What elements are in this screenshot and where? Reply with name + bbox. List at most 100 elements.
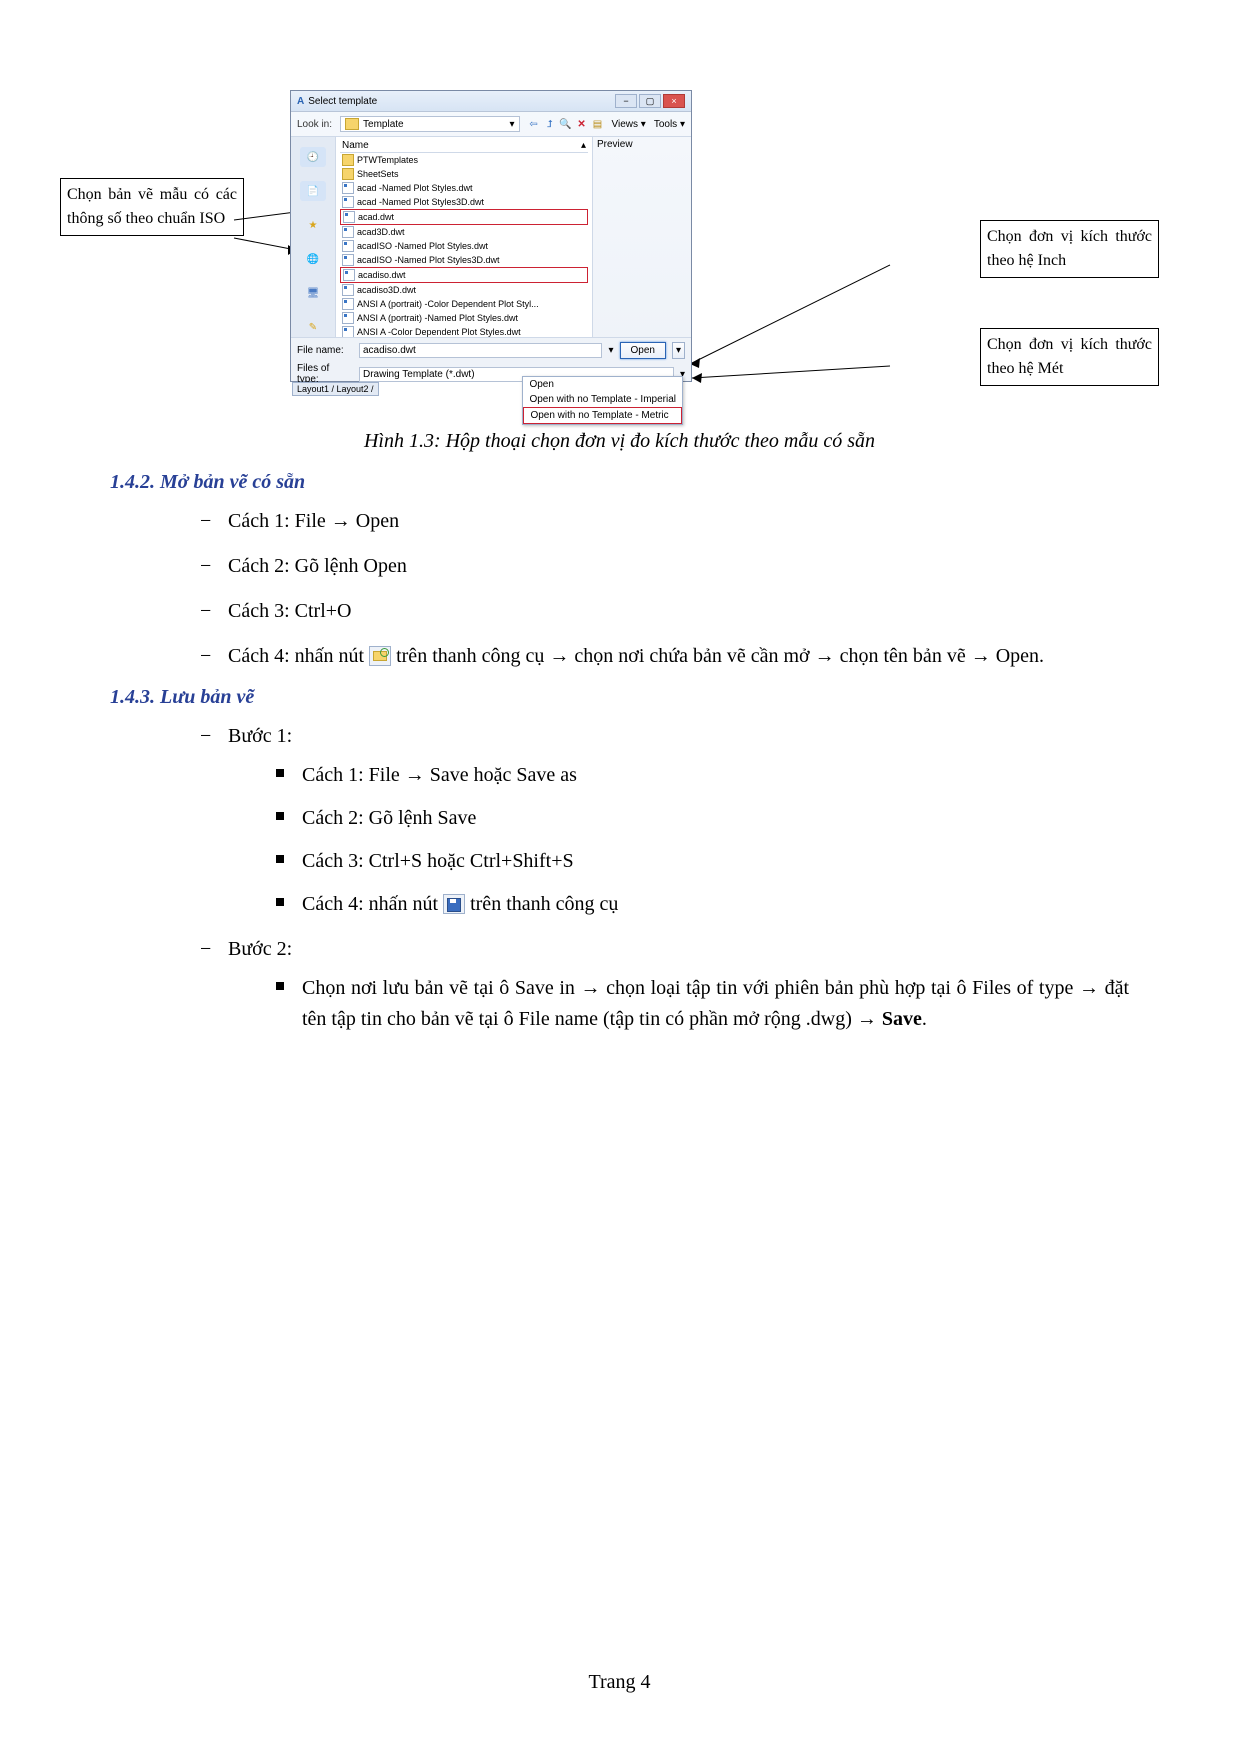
template-file-icon xyxy=(343,211,355,223)
list-item: Cách 4: nhấn nút trên thanh công cụ → ch… xyxy=(200,641,1129,672)
documents-icon[interactable]: 📄 xyxy=(300,181,326,201)
ftp-icon[interactable]: 🌐 xyxy=(300,249,326,269)
file-list-pane: Name▴ PTWTemplatesSheetSetsacad -Named P… xyxy=(336,137,593,337)
file-name: acad -Named Plot Styles3D.dwt xyxy=(357,197,484,207)
minimize-button[interactable]: − xyxy=(615,94,637,108)
template-file-icon xyxy=(342,298,354,310)
file-item[interactable]: SheetSets xyxy=(340,167,588,181)
dialog-titlebar: A Select template − ▢ × xyxy=(291,91,691,112)
file-item[interactable]: ANSI A (portrait) -Color Dependent Plot … xyxy=(340,297,588,311)
template-file-icon xyxy=(342,182,354,194)
arrow-icon: → xyxy=(1079,977,1099,999)
file-item[interactable]: acad -Named Plot Styles3D.dwt xyxy=(340,195,588,209)
template-file-icon xyxy=(343,269,355,281)
folder-icon xyxy=(345,118,359,130)
list-item: Cách 4: nhấn nút trên thanh công cụ xyxy=(276,889,1129,920)
arrow-icon: → xyxy=(857,1008,877,1030)
file-item[interactable]: PTWTemplates xyxy=(340,153,588,167)
list-item: Cách 2: Gõ lệnh Save xyxy=(276,803,1129,834)
file-item[interactable]: acadISO -Named Plot Styles.dwt xyxy=(340,239,588,253)
template-file-icon xyxy=(342,312,354,324)
views-menu[interactable]: Views ▾ xyxy=(612,119,646,130)
list-item: Bước 2: Chọn nơi lưu bản vẽ tại ô Save i… xyxy=(200,934,1129,1035)
up-icon[interactable]: ⮥ xyxy=(544,118,556,130)
autocad-app-icon: A xyxy=(297,96,304,107)
column-name[interactable]: Name xyxy=(342,140,369,151)
favorites-icon[interactable]: ★ xyxy=(300,215,326,235)
list-item: Cách 3: Ctrl+O xyxy=(200,596,1129,627)
search-icon[interactable]: 🔍 xyxy=(560,118,572,130)
file-name: acad.dwt xyxy=(358,212,394,222)
template-file-icon xyxy=(342,240,354,252)
figure-caption: Hình 1.3: Hộp thoại chọn đơn vị đo kích … xyxy=(110,430,1129,453)
arrow-icon: → xyxy=(549,645,569,667)
arrow-icon: → xyxy=(405,764,425,786)
file-name: ANSI A (portrait) -Color Dependent Plot … xyxy=(357,299,539,309)
close-button[interactable]: × xyxy=(663,94,685,108)
buzzsaw-icon[interactable]: ✎ xyxy=(300,317,326,337)
callout-metric: Chọn đơn vị kích thước theo hệ Mét xyxy=(980,328,1159,386)
folder-icon xyxy=(342,168,354,180)
file-item[interactable]: ANSI A -Color Dependent Plot Styles.dwt xyxy=(340,325,588,337)
history-icon[interactable]: 🕘 xyxy=(300,147,326,167)
delete-icon[interactable]: ✕ xyxy=(576,118,588,130)
list-item: Cách 3: Ctrl+S hoặc Ctrl+Shift+S xyxy=(276,846,1129,877)
tools-menu[interactable]: Tools ▾ xyxy=(654,119,685,130)
open-toolbar-icon xyxy=(369,646,391,666)
section-1-4-2: 1.4.2. Mở bản vẽ có sẵn xyxy=(110,471,1129,494)
page-number: Trang 4 xyxy=(0,1671,1239,1694)
file-name: ANSI A -Color Dependent Plot Styles.dwt xyxy=(357,327,521,337)
file-name: PTWTemplates xyxy=(357,155,418,165)
file-name: acad -Named Plot Styles.dwt xyxy=(357,183,473,193)
file-item[interactable]: acad -Named Plot Styles.dwt xyxy=(340,181,588,195)
file-item[interactable]: ANSI A (portrait) -Named Plot Styles.dwt xyxy=(340,311,588,325)
lookin-dropdown[interactable]: Template▾ xyxy=(340,116,519,132)
lookin-label: Look in: xyxy=(297,119,332,130)
list-item: Cách 2: Gõ lệnh Open xyxy=(200,551,1129,582)
template-file-icon xyxy=(342,226,354,238)
desktop-icon[interactable]: 🖥 xyxy=(300,283,326,303)
file-item[interactable]: acad3D.dwt xyxy=(340,225,588,239)
file-item[interactable]: acadiso.dwt xyxy=(340,267,588,283)
open-dropdown-button[interactable]: ▾ xyxy=(672,342,685,359)
menu-open-metric[interactable]: Open with no Template - Metric xyxy=(523,407,682,424)
places-sidebar: 🕘 📄 ★ 🌐 🖥 ✎ xyxy=(291,137,336,337)
arrow-icon: → xyxy=(331,510,351,532)
template-file-icon xyxy=(342,284,354,296)
template-file-icon xyxy=(342,254,354,266)
template-file-icon xyxy=(342,196,354,208)
template-file-icon xyxy=(342,326,354,337)
arrow-icon: → xyxy=(971,645,991,667)
filename-input[interactable] xyxy=(359,343,602,358)
file-name: ANSI A (portrait) -Named Plot Styles.dwt xyxy=(357,313,518,323)
callout-iso: Chọn bản vẽ mẫu có các thông số theo chu… xyxy=(60,178,244,236)
file-name: acadiso3D.dwt xyxy=(357,285,416,295)
filename-label: File name: xyxy=(297,345,353,356)
menu-open-imperial[interactable]: Open with no Template - Imperial xyxy=(523,392,682,407)
new-folder-icon[interactable]: ▤ xyxy=(592,118,604,130)
filename-history-dropdown[interactable]: ▾ xyxy=(608,345,613,356)
folder-icon xyxy=(342,154,354,166)
dialog-title: Select template xyxy=(308,96,377,107)
file-name: acadiso.dwt xyxy=(358,270,406,280)
file-item[interactable]: acad.dwt xyxy=(340,209,588,225)
file-item[interactable]: acadISO -Named Plot Styles3D.dwt xyxy=(340,253,588,267)
list-item: Bước 1: Cách 1: File → Save hoặc Save as… xyxy=(200,721,1129,920)
file-name: acadISO -Named Plot Styles3D.dwt xyxy=(357,255,500,265)
file-name: acadISO -Named Plot Styles.dwt xyxy=(357,241,488,251)
preview-label: Preview xyxy=(597,139,687,150)
file-item[interactable]: acadiso3D.dwt xyxy=(340,283,588,297)
menu-open[interactable]: Open xyxy=(523,377,682,392)
file-name: acad3D.dwt xyxy=(357,227,405,237)
open-button[interactable]: Open xyxy=(620,342,666,359)
maximize-button[interactable]: ▢ xyxy=(639,94,661,108)
figure-area: Chọn bản vẽ mẫu có các thông số theo chu… xyxy=(110,90,1129,400)
back-icon[interactable]: ⇦ xyxy=(528,118,540,130)
lookin-value: Template xyxy=(363,119,404,130)
save-toolbar-icon xyxy=(443,894,465,914)
open-dropdown-menu: Open Open with no Template - Imperial Op… xyxy=(522,376,683,425)
section-1-4-3: 1.4.3. Lưu bản vẽ xyxy=(110,686,1129,709)
list-item: Cách 1: File → Save hoặc Save as xyxy=(276,760,1129,791)
select-template-dialog: A Select template − ▢ × Look in: Template… xyxy=(290,90,692,382)
dialog-toolbar: Look in: Template▾ ⇦ ⮥ 🔍 ✕ ▤ Views ▾ Too… xyxy=(291,112,691,137)
